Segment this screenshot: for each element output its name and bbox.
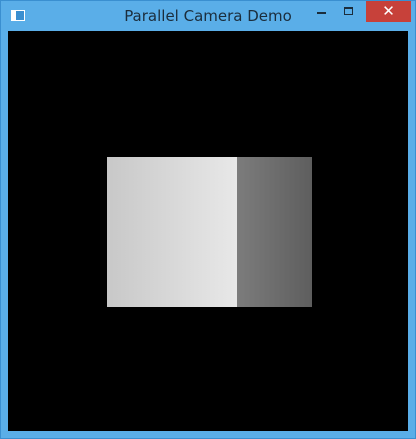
title-bar[interactable]: Parallel Camera Demo ✕	[1, 1, 415, 31]
cube-front-face	[107, 157, 237, 307]
render-viewport[interactable]	[8, 31, 408, 431]
maximize-icon	[344, 7, 353, 15]
maximize-button[interactable]	[335, 1, 362, 22]
close-button[interactable]: ✕	[366, 1, 411, 22]
app-window: Parallel Camera Demo ✕	[0, 0, 416, 439]
minimize-icon	[317, 12, 326, 14]
close-icon: ✕	[382, 2, 395, 20]
minimize-button[interactable]	[308, 1, 335, 22]
cube-side-face	[237, 157, 312, 307]
